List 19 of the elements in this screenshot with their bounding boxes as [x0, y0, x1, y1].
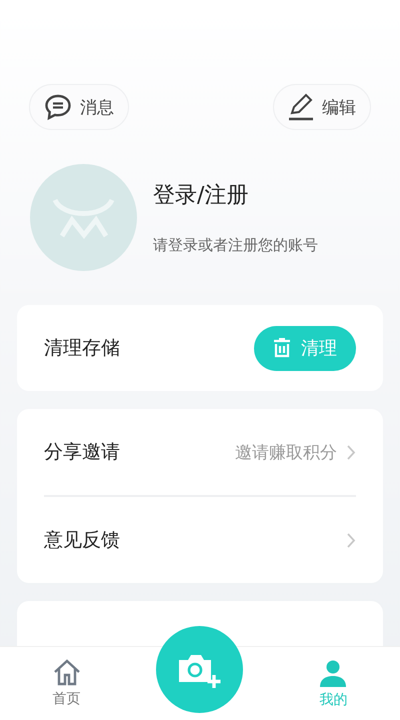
menu-item[interactable]: 意见反馈 — [44, 497, 356, 583]
messages-button[interactable]: 消息 — [29, 84, 129, 130]
avatar-placeholder[interactable] — [30, 164, 137, 271]
login-hint-text: 请登录或者注册您的账号 — [153, 236, 318, 255]
trash-icon — [273, 338, 291, 358]
menu-item[interactable]: 分享邀请 邀请赚取积分 — [44, 409, 356, 497]
chevron-right-icon — [347, 444, 356, 460]
home-tab[interactable]: 首页 — [0, 647, 134, 720]
person-icon — [319, 658, 348, 686]
clear-storage-label: 清理存储 — [44, 336, 120, 361]
login-register-title[interactable]: 登录/注册 — [153, 180, 318, 210]
home-icon — [52, 659, 81, 686]
edit-button[interactable]: 编辑 — [273, 84, 371, 130]
chevron-right-icon — [347, 532, 356, 548]
menu-item-label: 分享邀请 — [44, 440, 120, 465]
chat-bubble-icon — [44, 94, 72, 120]
menu-item-hint: 邀请赚取积分 — [235, 442, 337, 464]
pencil-icon — [288, 93, 314, 121]
menu-item-label: 意见反馈 — [44, 528, 120, 553]
